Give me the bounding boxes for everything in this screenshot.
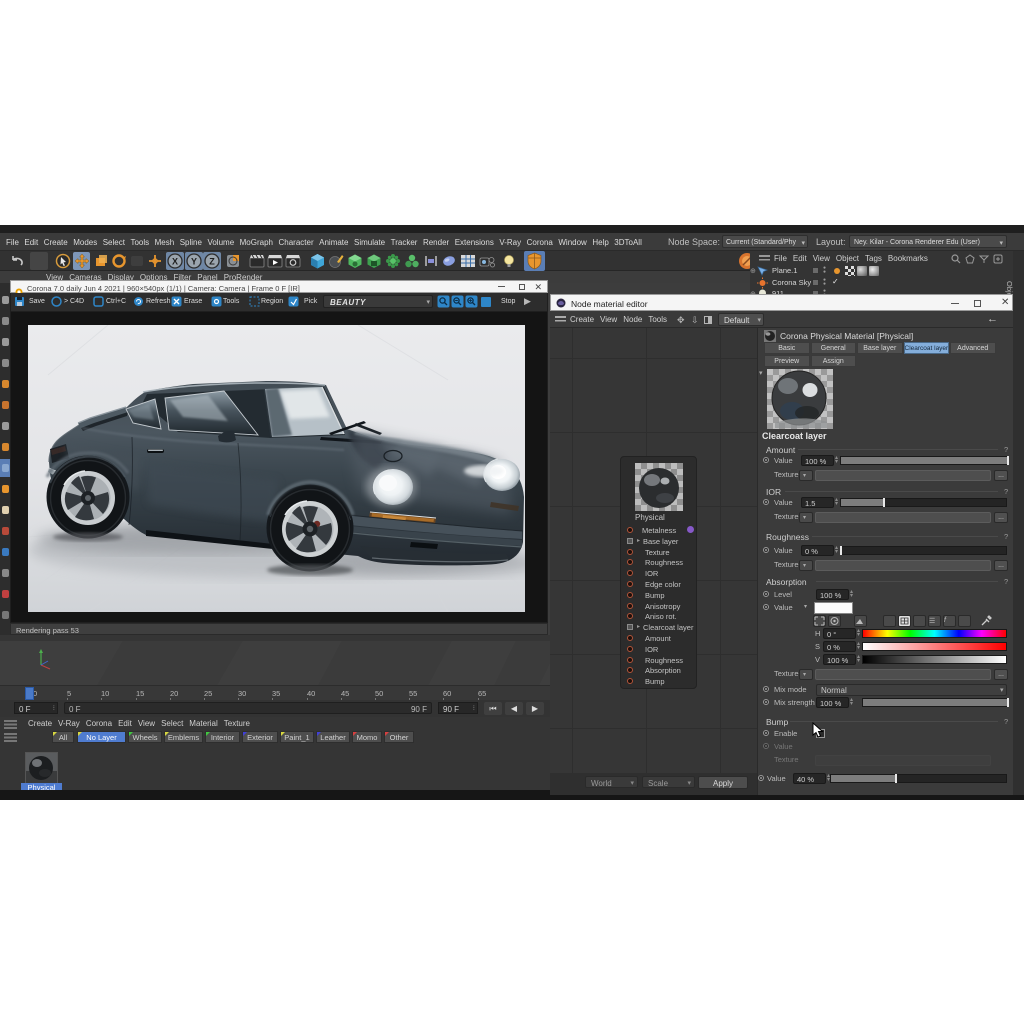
- svg-text:Z: Z: [209, 257, 215, 267]
- svg-text:X: X: [172, 257, 178, 267]
- svg-text:Y: Y: [190, 257, 196, 267]
